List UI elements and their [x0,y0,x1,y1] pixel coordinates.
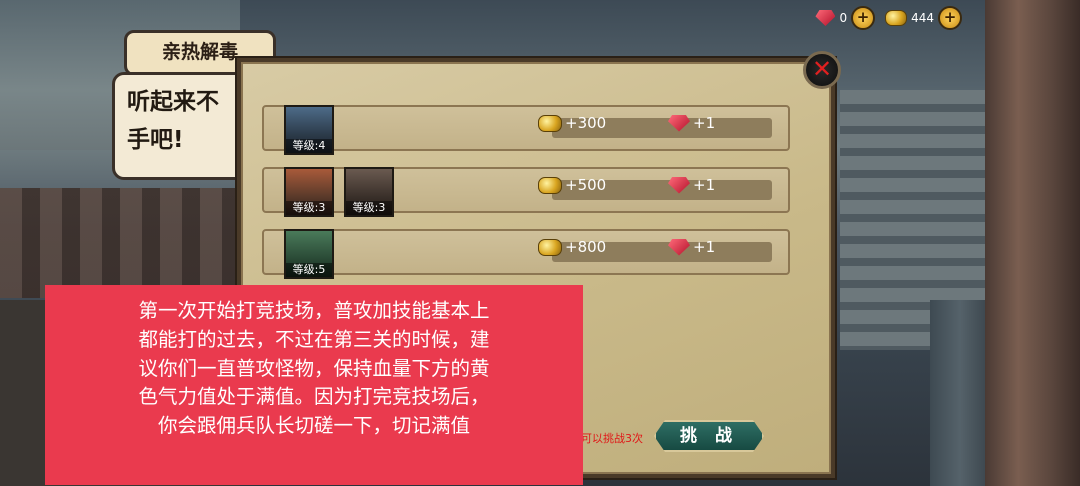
gold-reward: +300 [538,114,606,132]
challenge-count-hint: 可以挑战3次 [581,432,643,445]
ruby-counter: 0 + [815,6,876,30]
portrait-level: 等级:3 [346,201,392,215]
ruby-icon [668,238,690,256]
orc-portrait: 等级:5 [284,229,334,279]
stage-row-1[interactable]: 等级:4 +300 +1 [262,105,790,155]
gold-reward-amount: +300 [565,114,607,132]
guide-line-4: 色气力值处于满值。因为打完竞技场后， [138,385,490,409]
close-button[interactable]: ✕ [803,51,841,89]
guide-text-overlay: 第一次开始打竞技场，普攻加技能基本上 都能打的过去，不过在第三关的时候，建 议你… [45,285,583,485]
gold-icon [538,176,562,194]
currency-bar: 0 + 444 + [815,6,962,30]
guide-line-3: 议你们一直普攻怪物，保持血量下方的黄 [138,356,490,380]
ruby-reward: +1 [668,176,715,194]
ruby-reward: +1 [668,114,715,132]
ruby-amount: 0 [839,11,848,25]
valkyrie-portrait: 等级:3 [284,167,334,217]
ruby-icon [815,10,836,26]
ruby-reward-amount: +1 [693,238,716,256]
knight-portrait: 等级:4 [284,105,334,155]
gold-counter: 444 + [885,6,962,30]
rogue-portrait: 等级:3 [344,167,394,217]
gold-icon [885,10,908,26]
gold-reward: +800 [538,238,606,256]
gold-icon [538,114,562,132]
portrait-level: 等级:4 [286,139,332,153]
guide-line-2: 都能打的过去，不过在第三关的时候，建 [138,327,490,351]
gold-reward-amount: +500 [565,176,607,194]
ruby-icon [668,176,690,194]
stage-row-3[interactable]: 等级:5 +800 +1 [262,229,790,279]
guide-line-1: 第一次开始打竞技场，普攻加技能基本上 [138,299,490,322]
gold-reward-amount: +800 [565,238,607,256]
stage-row-2[interactable]: 等级:3 等级:3 +500 +1 [262,167,790,217]
portrait-level: 等级:3 [286,201,332,215]
dialog-bubble: 听起来不 手吧! [112,72,252,180]
guide-line-5: 你会跟佣兵队长切磋一下，切记满值 [157,414,470,438]
gold-icon [538,238,562,256]
add-ruby-button[interactable]: + [851,6,876,30]
gold-reward: +500 [538,176,606,194]
ruby-reward-amount: +1 [693,176,716,194]
dialog-line-2: 手吧! [127,127,184,153]
portrait-level: 等级:5 [286,263,332,277]
dialog-line-1: 听起来不 [127,89,219,115]
ruby-reward: +1 [668,238,715,256]
ruby-icon [668,114,690,132]
add-gold-button[interactable]: + [938,6,962,30]
ruby-reward-amount: +1 [693,114,716,132]
challenge-button[interactable]: 挑 战 [654,420,764,452]
gold-amount: 444 [911,11,934,25]
